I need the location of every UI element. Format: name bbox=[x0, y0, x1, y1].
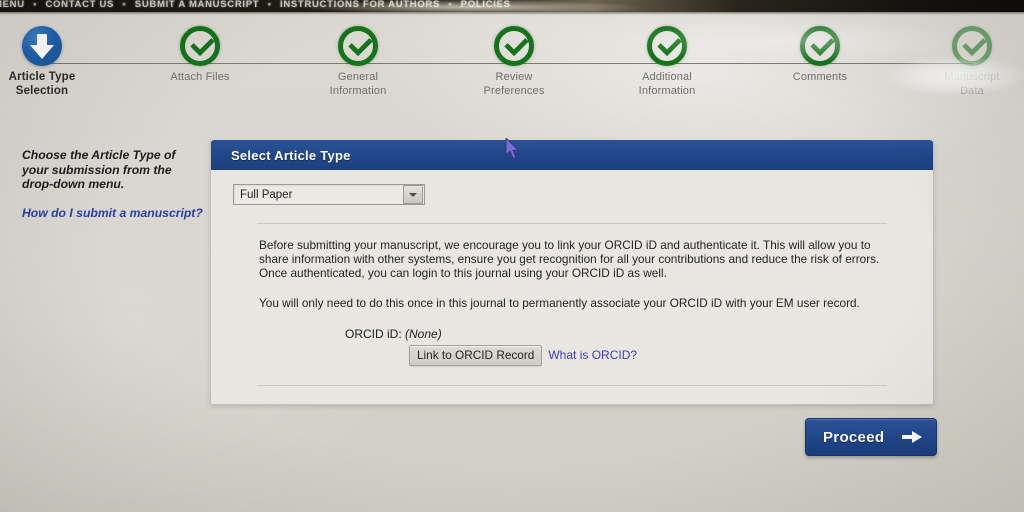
step-article-type-selection[interactable]: Article Type Selection bbox=[0, 15, 117, 98]
divider-bottom bbox=[257, 383, 887, 386]
article-type-select[interactable]: Full Paper bbox=[233, 184, 425, 205]
panel-body: Full Paper Before submitting your manusc… bbox=[211, 170, 933, 404]
orcid-id-row: ORCID iD: (None) bbox=[345, 327, 911, 341]
check-circle-icon bbox=[494, 26, 534, 66]
menu-separator: • bbox=[33, 0, 38, 10]
top-menu-item-policies[interactable]: POLICIES bbox=[461, 0, 511, 10]
panel-header: Select Article Type bbox=[211, 140, 933, 170]
article-type-dropdown-button[interactable] bbox=[403, 185, 423, 204]
menu-separator: • bbox=[122, 0, 127, 10]
divider-top bbox=[257, 222, 887, 224]
step-additional-information[interactable]: Additional Information bbox=[592, 15, 742, 98]
menu-separator: • bbox=[267, 0, 272, 10]
top-menu-item-contact-us[interactable]: CONTACT US bbox=[46, 0, 115, 10]
proceed-button[interactable]: Proceed bbox=[805, 418, 937, 456]
link-to-orcid-record-button[interactable]: Link to ORCID Record bbox=[409, 344, 543, 366]
article-type-selected-value: Full Paper bbox=[240, 188, 293, 201]
select-article-type-panel: Select Article Type Full Paper Before su… bbox=[210, 140, 934, 405]
sidebar-instruction-text: Choose the Article Type of your submissi… bbox=[22, 148, 176, 192]
step-label: General Information bbox=[329, 71, 387, 97]
sidebar-help-panel: Choose the Article Type of your submissi… bbox=[22, 148, 204, 220]
chevron-down-icon bbox=[409, 192, 417, 197]
article-type-row: Full Paper bbox=[233, 184, 911, 205]
step-label: Article Type Selection bbox=[8, 71, 76, 97]
check-circle-icon bbox=[647, 26, 687, 66]
orcid-actions: Link to ORCID Record What is ORCID? bbox=[409, 344, 911, 366]
check-circle-icon bbox=[952, 26, 992, 66]
sidebar-item-how-do-i-submit-a-manuscript[interactable]: How do I submit a manuscript? bbox=[22, 206, 204, 221]
menu-separator: • bbox=[448, 0, 453, 10]
orcid-block: ORCID iD: (None) Link to ORCID Record Wh… bbox=[345, 327, 911, 366]
site-top-menu-bar: MENU • CONTACT US • SUBMIT A MANUSCRIPT … bbox=[0, 0, 1024, 12]
orcid-paragraph-1: Before submitting your manuscript, we en… bbox=[259, 238, 880, 281]
step-label: Review Preferences bbox=[483, 71, 545, 97]
submission-progress-stepper: Article Type Selection Attach Files Gene… bbox=[0, 15, 1024, 110]
step-label: Manuscript Data bbox=[944, 71, 1000, 97]
step-general-information[interactable]: General Information bbox=[283, 15, 433, 98]
orcid-paragraph-2: You will only need to do this once in th… bbox=[259, 295, 860, 310]
step-manuscript-data[interactable]: Manuscript Data bbox=[897, 15, 1024, 98]
down-arrow-icon bbox=[22, 26, 62, 66]
check-circle-icon bbox=[180, 26, 220, 66]
step-label: Comments bbox=[792, 71, 848, 83]
step-label: Additional Information bbox=[638, 71, 696, 97]
step-review-preferences[interactable]: Review Preferences bbox=[439, 15, 589, 98]
top-menu-item-submit-a-manuscript[interactable]: SUBMIT A MANUSCRIPT bbox=[135, 0, 259, 10]
page-title: Select Article Type bbox=[231, 147, 351, 163]
orcid-id-label: ORCID iD: bbox=[345, 326, 402, 341]
proceed-button-label: Proceed bbox=[823, 428, 885, 446]
what-is-orcid-link[interactable]: What is ORCID? bbox=[548, 348, 637, 362]
step-comments[interactable]: Comments bbox=[745, 15, 895, 85]
site-top-menu-items: MENU • CONTACT US • SUBMIT A MANUSCRIPT … bbox=[0, 0, 511, 11]
orcid-id-value: (None) bbox=[405, 326, 442, 341]
step-attach-files[interactable]: Attach Files bbox=[125, 15, 275, 85]
browser-viewport: MENU • CONTACT US • SUBMIT A MANUSCRIPT … bbox=[0, 0, 1024, 512]
check-circle-icon bbox=[338, 26, 378, 66]
step-label: Attach Files bbox=[170, 71, 230, 83]
check-circle-icon bbox=[800, 26, 840, 66]
top-menu-item-menu[interactable]: MENU bbox=[0, 0, 25, 10]
arrow-right-icon bbox=[902, 429, 922, 445]
top-menu-item-instructions-for-authors[interactable]: INSTRUCTIONS FOR AUTHORS bbox=[280, 0, 440, 10]
